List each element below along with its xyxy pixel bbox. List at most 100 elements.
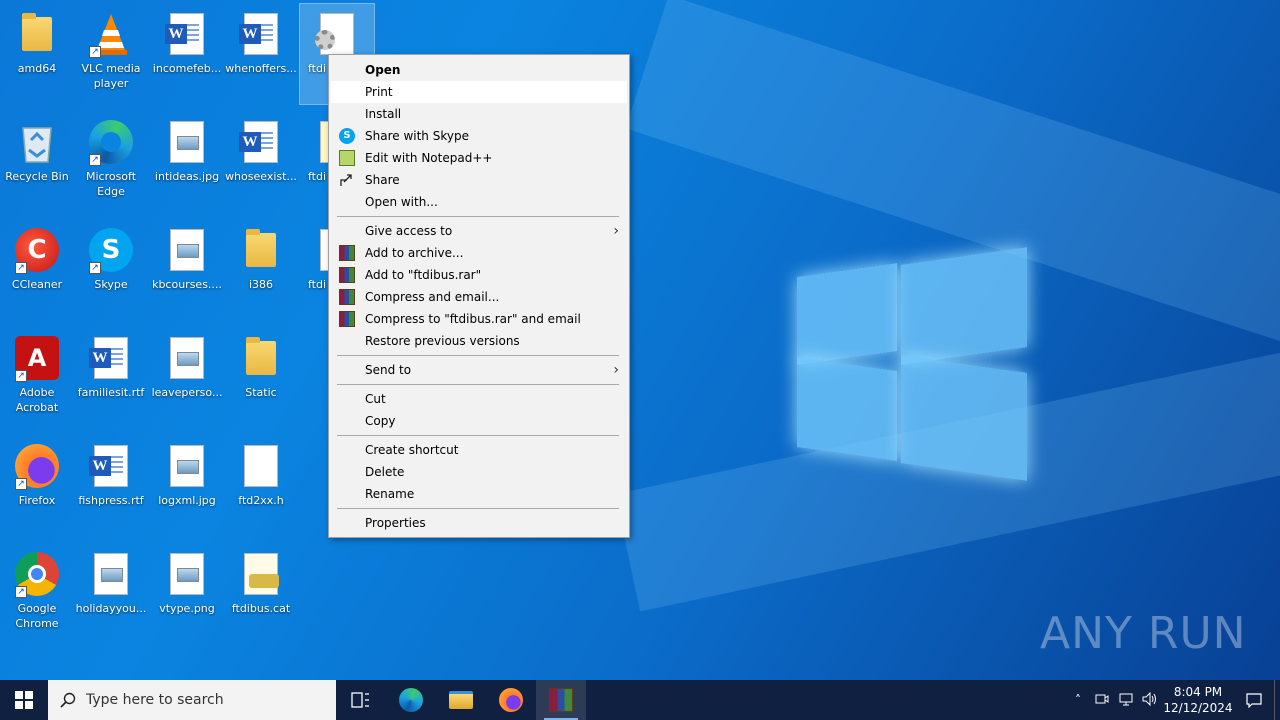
menu-item-add-to-ftdibus-rar[interactable]: Add to "ftdibus.rar" — [331, 264, 627, 286]
menu-separator — [337, 355, 619, 356]
desktop-icon-leaveperso[interactable]: leaveperso... — [150, 328, 224, 428]
desktop-icon-google-chrome[interactable]: ↗ Google Chrome — [0, 544, 74, 644]
taskbar-edge[interactable] — [386, 680, 436, 720]
desktop-icon-holidayyou[interactable]: holidayyou... — [74, 544, 148, 644]
icon-label: ftd2xx.h — [238, 494, 284, 507]
icon-label: leaveperso... — [151, 386, 223, 399]
desktop-icon-ccleaner[interactable]: C ↗ CCleaner — [0, 220, 74, 320]
firefox-icon — [499, 688, 523, 712]
desktop-icon-logxml[interactable]: logxml.jpg — [150, 436, 224, 536]
desktop-icon-vlc[interactable]: ↗ VLC media player — [74, 4, 148, 104]
desktop-icon-recycle-bin[interactable]: Recycle Bin — [0, 112, 74, 212]
notification-center-button[interactable] — [1234, 692, 1274, 708]
file-explorer-icon — [449, 691, 473, 709]
menu-item-share-with-skype[interactable]: S Share with Skype — [331, 125, 627, 147]
menu-label: Compress to "ftdibus.rar" and email — [365, 312, 581, 326]
desktop-icon-skype[interactable]: S ↗ Skype — [74, 220, 148, 320]
menu-item-cut[interactable]: Cut — [331, 388, 627, 410]
start-button[interactable] — [0, 680, 48, 720]
desktop-icon-microsoft-edge[interactable]: ↗ Microsoft Edge — [74, 112, 148, 212]
meet-now-icon[interactable] — [1090, 692, 1114, 709]
desktop-icon-intideas[interactable]: intideas.jpg — [150, 112, 224, 212]
icon-label: familiesit.rtf — [77, 386, 145, 399]
icon-label: Microsoft Edge — [85, 170, 137, 198]
context-menu: Open Print Install S Share with Skype Ed… — [328, 54, 630, 538]
menu-label: Delete — [365, 465, 405, 479]
menu-item-open-with[interactable]: Open with... — [331, 191, 627, 213]
icon-label: vtype.png — [159, 602, 215, 615]
menu-item-share[interactable]: Share — [331, 169, 627, 191]
desktop-icon-static[interactable]: Static — [224, 328, 298, 428]
chevron-up-icon[interactable]: ˄ — [1066, 693, 1090, 707]
menu-label: Send to — [365, 363, 412, 377]
desktop-icon-adobe-acrobat[interactable]: A ↗ Adobe Acrobat — [0, 328, 74, 428]
icon-label: holidayyou... — [75, 602, 147, 615]
menu-label: Rename — [365, 487, 415, 501]
menu-item-properties[interactable]: Properties — [331, 512, 627, 534]
menu-item-print[interactable]: Print — [331, 81, 627, 103]
menu-item-rename[interactable]: Rename — [331, 483, 627, 505]
folder-icon — [237, 334, 285, 382]
desktop: amd64 Recycle Bin C ↗ CCleaner A ↗ Adobe… — [0, 0, 1280, 680]
windows-wallpaper-logo — [795, 242, 1030, 481]
menu-label: Restore previous versions — [365, 334, 520, 348]
menu-item-open[interactable]: Open — [331, 59, 627, 81]
volume-icon[interactable] — [1138, 691, 1162, 709]
menu-separator — [337, 384, 619, 385]
edge-icon — [399, 688, 423, 712]
task-view-icon — [351, 692, 369, 708]
recycle-bin-icon — [13, 118, 61, 166]
menu-item-edit-notepadpp[interactable]: Edit with Notepad++ — [331, 147, 627, 169]
desktop-icon-vtype[interactable]: vtype.png — [150, 544, 224, 644]
desktop-icon-ftd2xx[interactable]: ftd2xx.h — [224, 436, 298, 536]
menu-item-add-to-archive[interactable]: Add to archive... — [331, 242, 627, 264]
catalog-file-icon — [237, 550, 285, 598]
desktop-icon-fishpress[interactable]: W fishpress.rtf — [74, 436, 148, 536]
desktop-icon-kbcourses[interactable]: kbcourses.... — [150, 220, 224, 320]
taskbar-firefox[interactable] — [486, 680, 536, 720]
menu-label: Add to "ftdibus.rar" — [365, 268, 482, 282]
desktop-icon-whenoffers[interactable]: W whenoffers... — [224, 4, 298, 104]
share-icon — [339, 172, 355, 188]
menu-item-send-to[interactable]: Send to › — [331, 359, 627, 381]
taskbar-file-explorer[interactable] — [436, 680, 486, 720]
task-view-button[interactable] — [336, 680, 386, 720]
image-file-icon — [87, 550, 135, 598]
desktop-icon-ftdibus-cat[interactable]: ftdibus.cat — [224, 544, 298, 644]
network-icon[interactable] — [1114, 692, 1138, 709]
menu-label: Open — [365, 63, 401, 77]
taskbar: Type here to search ˄ 8:04 PM 12/12/2024 — [0, 680, 1280, 720]
show-desktop-button[interactable] — [1274, 680, 1280, 720]
icon-label: kbcourses.... — [152, 278, 222, 291]
taskbar-search-box[interactable]: Type here to search — [48, 680, 336, 720]
icon-label: whoseexist... — [225, 170, 297, 183]
menu-item-give-access-to[interactable]: Give access to › — [331, 220, 627, 242]
menu-separator — [337, 435, 619, 436]
firefox-icon: ↗ — [13, 442, 61, 490]
desktop-icon-whoseexist[interactable]: W whoseexist... — [224, 112, 298, 212]
image-file-icon — [163, 334, 211, 382]
menu-item-copy[interactable]: Copy — [331, 410, 627, 432]
system-tray: ˄ 8:04 PM 12/12/2024 — [1066, 680, 1280, 720]
desktop-icon-i386[interactable]: i386 — [224, 220, 298, 320]
menu-label: Cut — [365, 392, 386, 406]
anyrun-watermark: ANY RUN — [1040, 608, 1247, 659]
menu-item-restore-previous-versions[interactable]: Restore previous versions — [331, 330, 627, 352]
clock-time: 8:04 PM — [1173, 685, 1223, 699]
desktop-icon-firefox[interactable]: ↗ Firefox — [0, 436, 74, 536]
desktop-icon-amd64[interactable]: amd64 — [0, 4, 74, 104]
menu-item-install[interactable]: Install — [331, 103, 627, 125]
word-document-icon: W — [87, 442, 135, 490]
icon-label: Static — [245, 386, 277, 399]
menu-separator — [337, 216, 619, 217]
taskbar-clock[interactable]: 8:04 PM 12/12/2024 — [1162, 684, 1234, 716]
menu-item-compress-and-email[interactable]: Compress and email... — [331, 286, 627, 308]
windows-icon — [15, 691, 33, 709]
desktop-icon-incomefeb[interactable]: W incomefeb... — [150, 4, 224, 104]
taskbar-winrar[interactable] — [536, 680, 586, 720]
menu-item-compress-to-ftdibus-rar-email[interactable]: Compress to "ftdibus.rar" and email — [331, 308, 627, 330]
desktop-icon-familiesit[interactable]: W familiesit.rtf — [74, 328, 148, 428]
menu-item-delete[interactable]: Delete — [331, 461, 627, 483]
winrar-icon — [549, 688, 573, 712]
menu-item-create-shortcut[interactable]: Create shortcut — [331, 439, 627, 461]
